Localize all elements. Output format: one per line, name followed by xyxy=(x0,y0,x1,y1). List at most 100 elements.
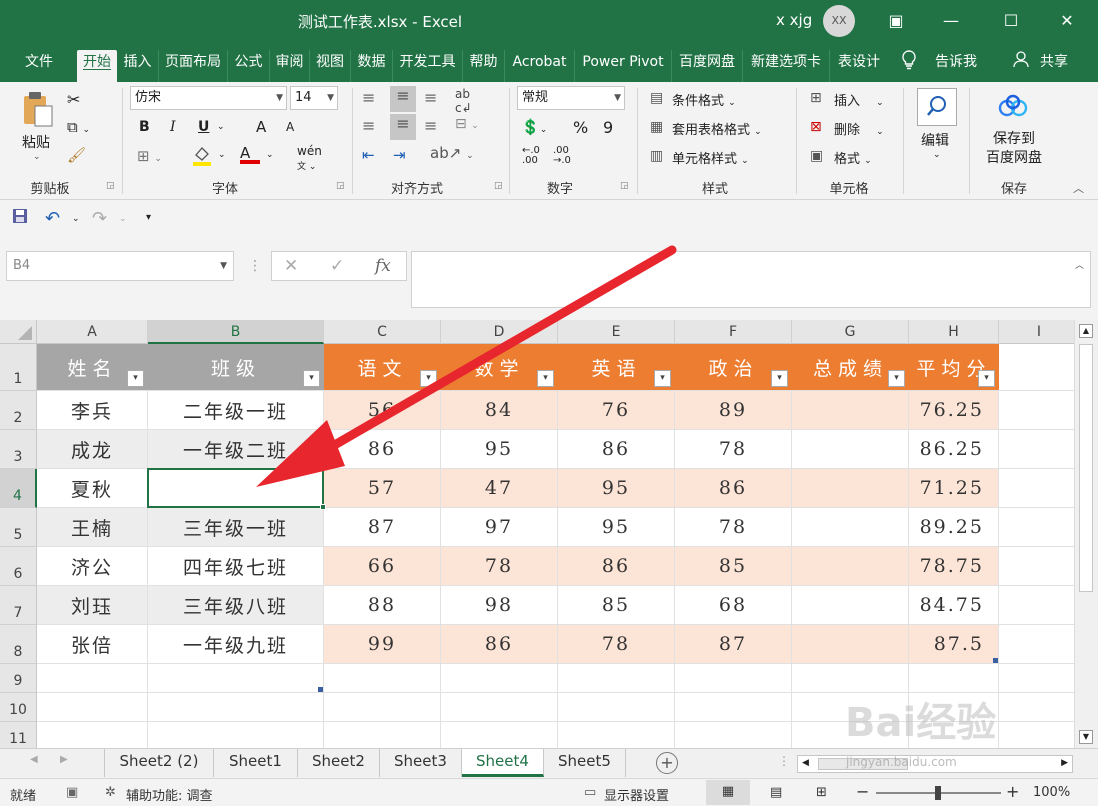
column-header-f[interactable]: F xyxy=(675,320,792,344)
table-cell[interactable]: 47 xyxy=(441,469,558,508)
table-cell[interactable]: 98 xyxy=(441,586,558,625)
sheet-tab[interactable]: Sheet5 xyxy=(544,749,626,777)
font-name-select[interactable]: 仿宋 ▼ xyxy=(130,86,287,110)
table-cell[interactable]: 95 xyxy=(441,430,558,469)
merge-center-icon[interactable]: ⊟ ⌄ xyxy=(455,116,479,132)
table-cell[interactable]: 86 xyxy=(675,469,792,508)
tab-power-pivot[interactable]: Power Pivot xyxy=(575,50,672,82)
row-header-1[interactable]: 1 xyxy=(0,344,37,391)
empty-cell[interactable] xyxy=(792,664,909,693)
column-header-i[interactable]: I xyxy=(999,320,1074,344)
delete-cells-button[interactable]: 删除 ⌄ xyxy=(834,119,884,138)
table-cell[interactable]: 三年级一班 xyxy=(148,508,324,547)
table-cell[interactable]: 78.75 xyxy=(909,547,999,586)
empty-cell[interactable] xyxy=(999,391,1074,430)
vertical-scroll-thumb[interactable] xyxy=(1079,344,1093,592)
collapse-ribbon-icon[interactable]: ︿ xyxy=(1073,180,1084,196)
format-cells-button[interactable]: 格式 ⌄ xyxy=(834,148,872,167)
column-header-c[interactable]: C xyxy=(324,320,441,344)
table-header-cell[interactable]: 姓名 ▾ xyxy=(37,344,148,391)
table-cell[interactable]: 76 xyxy=(558,391,675,430)
empty-cell[interactable] xyxy=(441,722,558,748)
fill-color-dropdown-icon[interactable]: ⌄ xyxy=(218,150,226,160)
tab-new-tab[interactable]: 新建选项卡 xyxy=(743,50,830,82)
empty-cell[interactable] xyxy=(37,693,148,722)
sheet-tab[interactable]: Sheet1 xyxy=(214,749,298,777)
table-cell[interactable]: 86 xyxy=(558,547,675,586)
cell-styles-icon[interactable]: ▥ xyxy=(650,148,663,164)
page-break-view-icon[interactable]: ⊞ xyxy=(816,785,827,800)
column-header-b[interactable]: B xyxy=(148,320,324,344)
table-cell[interactable] xyxy=(792,586,909,625)
font-launcher-icon[interactable]: ◲ xyxy=(336,181,345,191)
conditional-format-icon[interactable]: ▤ xyxy=(650,90,663,106)
align-left-icon[interactable]: ≡ xyxy=(362,116,375,135)
increase-indent-icon[interactable]: ⇥ xyxy=(393,146,406,164)
number-format-select[interactable]: 常规 ▼ xyxy=(517,86,625,110)
table-cell[interactable]: 95 xyxy=(558,469,675,508)
tab-developer[interactable]: 开发工具 xyxy=(393,50,463,82)
table-header-cell[interactable]: 语文 ▾ xyxy=(324,344,441,391)
filter-dropdown-icon[interactable]: ▾ xyxy=(654,370,671,387)
filter-dropdown-icon[interactable]: ▾ xyxy=(888,370,905,387)
table-cell[interactable]: 85 xyxy=(558,586,675,625)
table-cell[interactable] xyxy=(792,508,909,547)
table-cell[interactable]: 85 xyxy=(675,547,792,586)
empty-cell[interactable] xyxy=(324,664,441,693)
table-cell[interactable]: 66 xyxy=(324,547,441,586)
wrap-text-icon[interactable]: ab c↲ xyxy=(455,87,472,115)
table-cell[interactable]: 李兵 xyxy=(37,391,148,430)
table-cell[interactable]: 68 xyxy=(675,586,792,625)
table-cell[interactable]: 95 xyxy=(558,508,675,547)
filter-dropdown-icon[interactable]: ▾ xyxy=(303,370,320,387)
clipboard-launcher-icon[interactable]: ◲ xyxy=(106,181,115,191)
redo-icon[interactable]: ↷ xyxy=(92,208,107,229)
row-header-10[interactable]: 10 xyxy=(0,693,37,722)
normal-view-icon[interactable]: ▦ xyxy=(706,780,750,805)
table-cell[interactable] xyxy=(792,430,909,469)
table-cell[interactable]: 78 xyxy=(441,547,558,586)
active-cell-b4[interactable] xyxy=(147,468,324,508)
table-cell[interactable]: 88 xyxy=(324,586,441,625)
comma-style-button[interactable]: 9 xyxy=(603,118,613,137)
paste-icon[interactable] xyxy=(22,90,54,132)
person-icon[interactable] xyxy=(1012,50,1030,82)
table-cell[interactable]: 王楠 xyxy=(37,508,148,547)
table-cell[interactable]: 99 xyxy=(324,625,441,664)
table-resize-handle[interactable] xyxy=(993,658,998,663)
table-cell[interactable]: 89 xyxy=(675,391,792,430)
align-center-icon[interactable]: ≡ xyxy=(390,114,416,140)
zoom-level[interactable]: 100% xyxy=(1033,785,1070,800)
delete-cells-icon[interactable]: ⊠ xyxy=(810,119,822,135)
sheet-tab[interactable]: Sheet3 xyxy=(380,749,462,777)
prev-sheet-icon[interactable]: ◀ xyxy=(30,754,38,765)
underline-dropdown-icon[interactable]: ⌄ xyxy=(217,122,225,132)
table-resize-handle[interactable] xyxy=(318,687,323,692)
next-sheet-icon[interactable]: ▶ xyxy=(60,754,68,765)
table-cell[interactable]: 四年级七班 xyxy=(148,547,324,586)
undo-icon[interactable]: ↶ xyxy=(45,208,60,229)
empty-cell[interactable] xyxy=(324,693,441,722)
empty-cell[interactable] xyxy=(148,693,324,722)
underline-button[interactable]: U xyxy=(198,119,209,135)
table-cell[interactable]: 84 xyxy=(441,391,558,430)
table-cell[interactable]: 56 xyxy=(324,391,441,430)
editing-dropdown-icon[interactable]: ⌄ xyxy=(933,150,941,160)
table-cell[interactable] xyxy=(792,547,909,586)
cut-icon[interactable]: ✂ xyxy=(67,90,80,109)
percent-button[interactable]: % xyxy=(573,118,588,137)
copy-icon[interactable]: ⧉ ⌄ xyxy=(67,118,90,136)
table-cell[interactable] xyxy=(792,469,909,508)
table-cell[interactable]: 78 xyxy=(675,508,792,547)
table-header-cell[interactable]: 班级 ▾ xyxy=(148,344,324,391)
tab-help[interactable]: 帮助 xyxy=(463,50,505,82)
empty-cell[interactable] xyxy=(37,722,148,748)
user-name[interactable]: x xjg xyxy=(776,11,812,29)
tab-acrobat[interactable]: Acrobat xyxy=(505,50,575,82)
table-cell[interactable]: 三年级八班 xyxy=(148,586,324,625)
search-icon[interactable] xyxy=(917,88,957,126)
row-header-3[interactable]: 3 xyxy=(0,430,37,469)
row-header-7[interactable]: 7 xyxy=(0,586,37,625)
worksheet-grid[interactable]: A B C D E F G H I 1 2 3 4 5 6 7 8 9 10 11 姓名 ▾ 班级 ▾ 语文 ▾ 数学 ▾ 英语 ▾ 政治 ▾… xyxy=(0,320,1074,748)
tab-home[interactable]: 开始 xyxy=(77,50,117,82)
